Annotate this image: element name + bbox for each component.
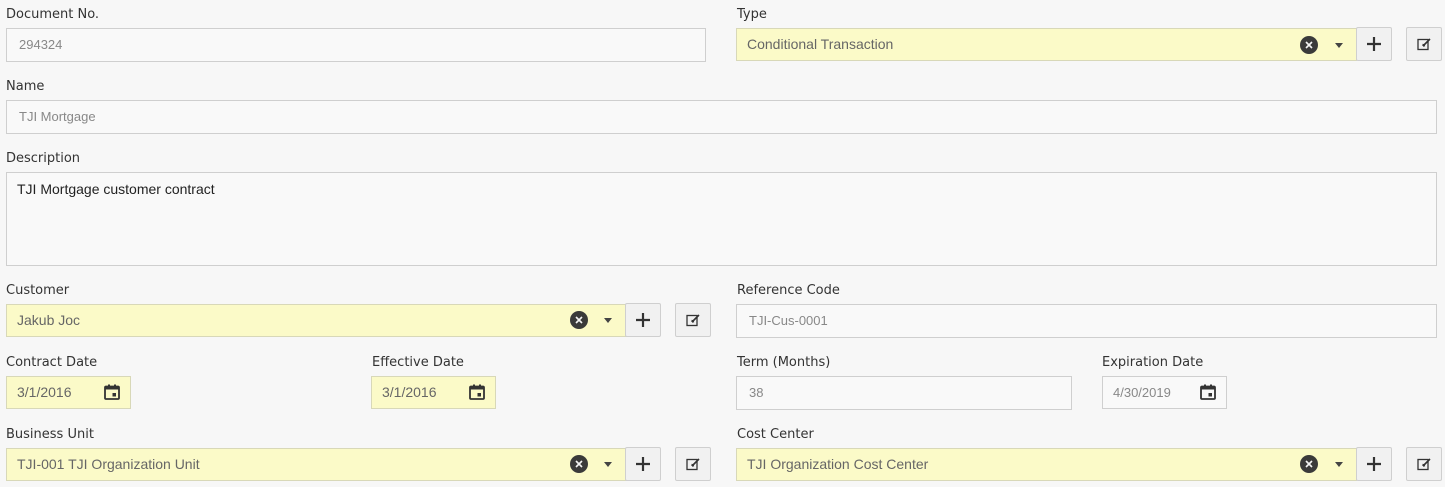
cost-center-add-button[interactable] [1356,447,1392,481]
effective-date-label: Effective Date [372,355,464,370]
expiration-date-label: Expiration Date [1102,355,1204,370]
customer-add-button[interactable] [625,303,661,337]
type-edit-button[interactable] [1406,27,1442,61]
type-add-button[interactable] [1356,27,1392,61]
type-chevron-down-icon[interactable] [1335,43,1343,48]
type-label: Type [737,7,767,22]
term-field[interactable]: 38 [736,376,1072,410]
expiration-date-calendar-icon[interactable] [1200,384,1216,400]
customer-select[interactable]: Jakub Joc [6,304,627,337]
plus-icon [636,457,650,471]
reference-code-label: Reference Code [737,283,840,298]
customer-chevron-down-icon[interactable] [604,318,612,323]
edit-icon [685,458,700,471]
cost-center-select[interactable]: TJI Organization Cost Center [736,448,1357,481]
contract-date-calendar-icon[interactable] [104,384,120,400]
business-unit-chevron-down-icon[interactable] [604,462,612,467]
plus-icon [1367,37,1381,51]
edit-icon [685,314,700,327]
business-unit-edit-button[interactable] [675,447,711,481]
business-unit-clear-icon[interactable] [570,455,588,473]
customer-label: Customer [6,283,70,298]
type-select[interactable]: Conditional Transaction [736,28,1357,61]
business-unit-add-button[interactable] [625,447,661,481]
plus-icon [1367,457,1381,471]
document-no-field[interactable]: 294324 [6,28,706,62]
contract-date-label: Contract Date [6,355,98,370]
description-textarea[interactable]: TJI Mortgage customer contract [6,172,1437,266]
type-clear-icon[interactable] [1300,36,1318,54]
document-no-label: Document No. [6,7,100,22]
customer-clear-icon[interactable] [570,311,588,329]
cost-center-edit-button[interactable] [1406,447,1442,481]
customer-edit-button[interactable] [675,303,711,337]
plus-icon [636,313,650,327]
term-label: Term (Months) [737,355,831,370]
effective-date-calendar-icon[interactable] [469,384,485,400]
edit-icon [1416,458,1431,471]
cost-center-clear-icon[interactable] [1300,455,1318,473]
business-unit-label: Business Unit [6,427,94,442]
name-field[interactable]: TJI Mortgage [6,100,1437,134]
cost-center-chevron-down-icon[interactable] [1335,462,1343,467]
name-label: Name [6,79,45,94]
reference-code-field[interactable]: TJI-Cus-0001 [736,304,1437,338]
edit-icon [1416,38,1431,51]
cost-center-label: Cost Center [737,427,814,442]
business-unit-select[interactable]: TJI-001 TJI Organization Unit [6,448,627,481]
description-label: Description [6,151,81,166]
